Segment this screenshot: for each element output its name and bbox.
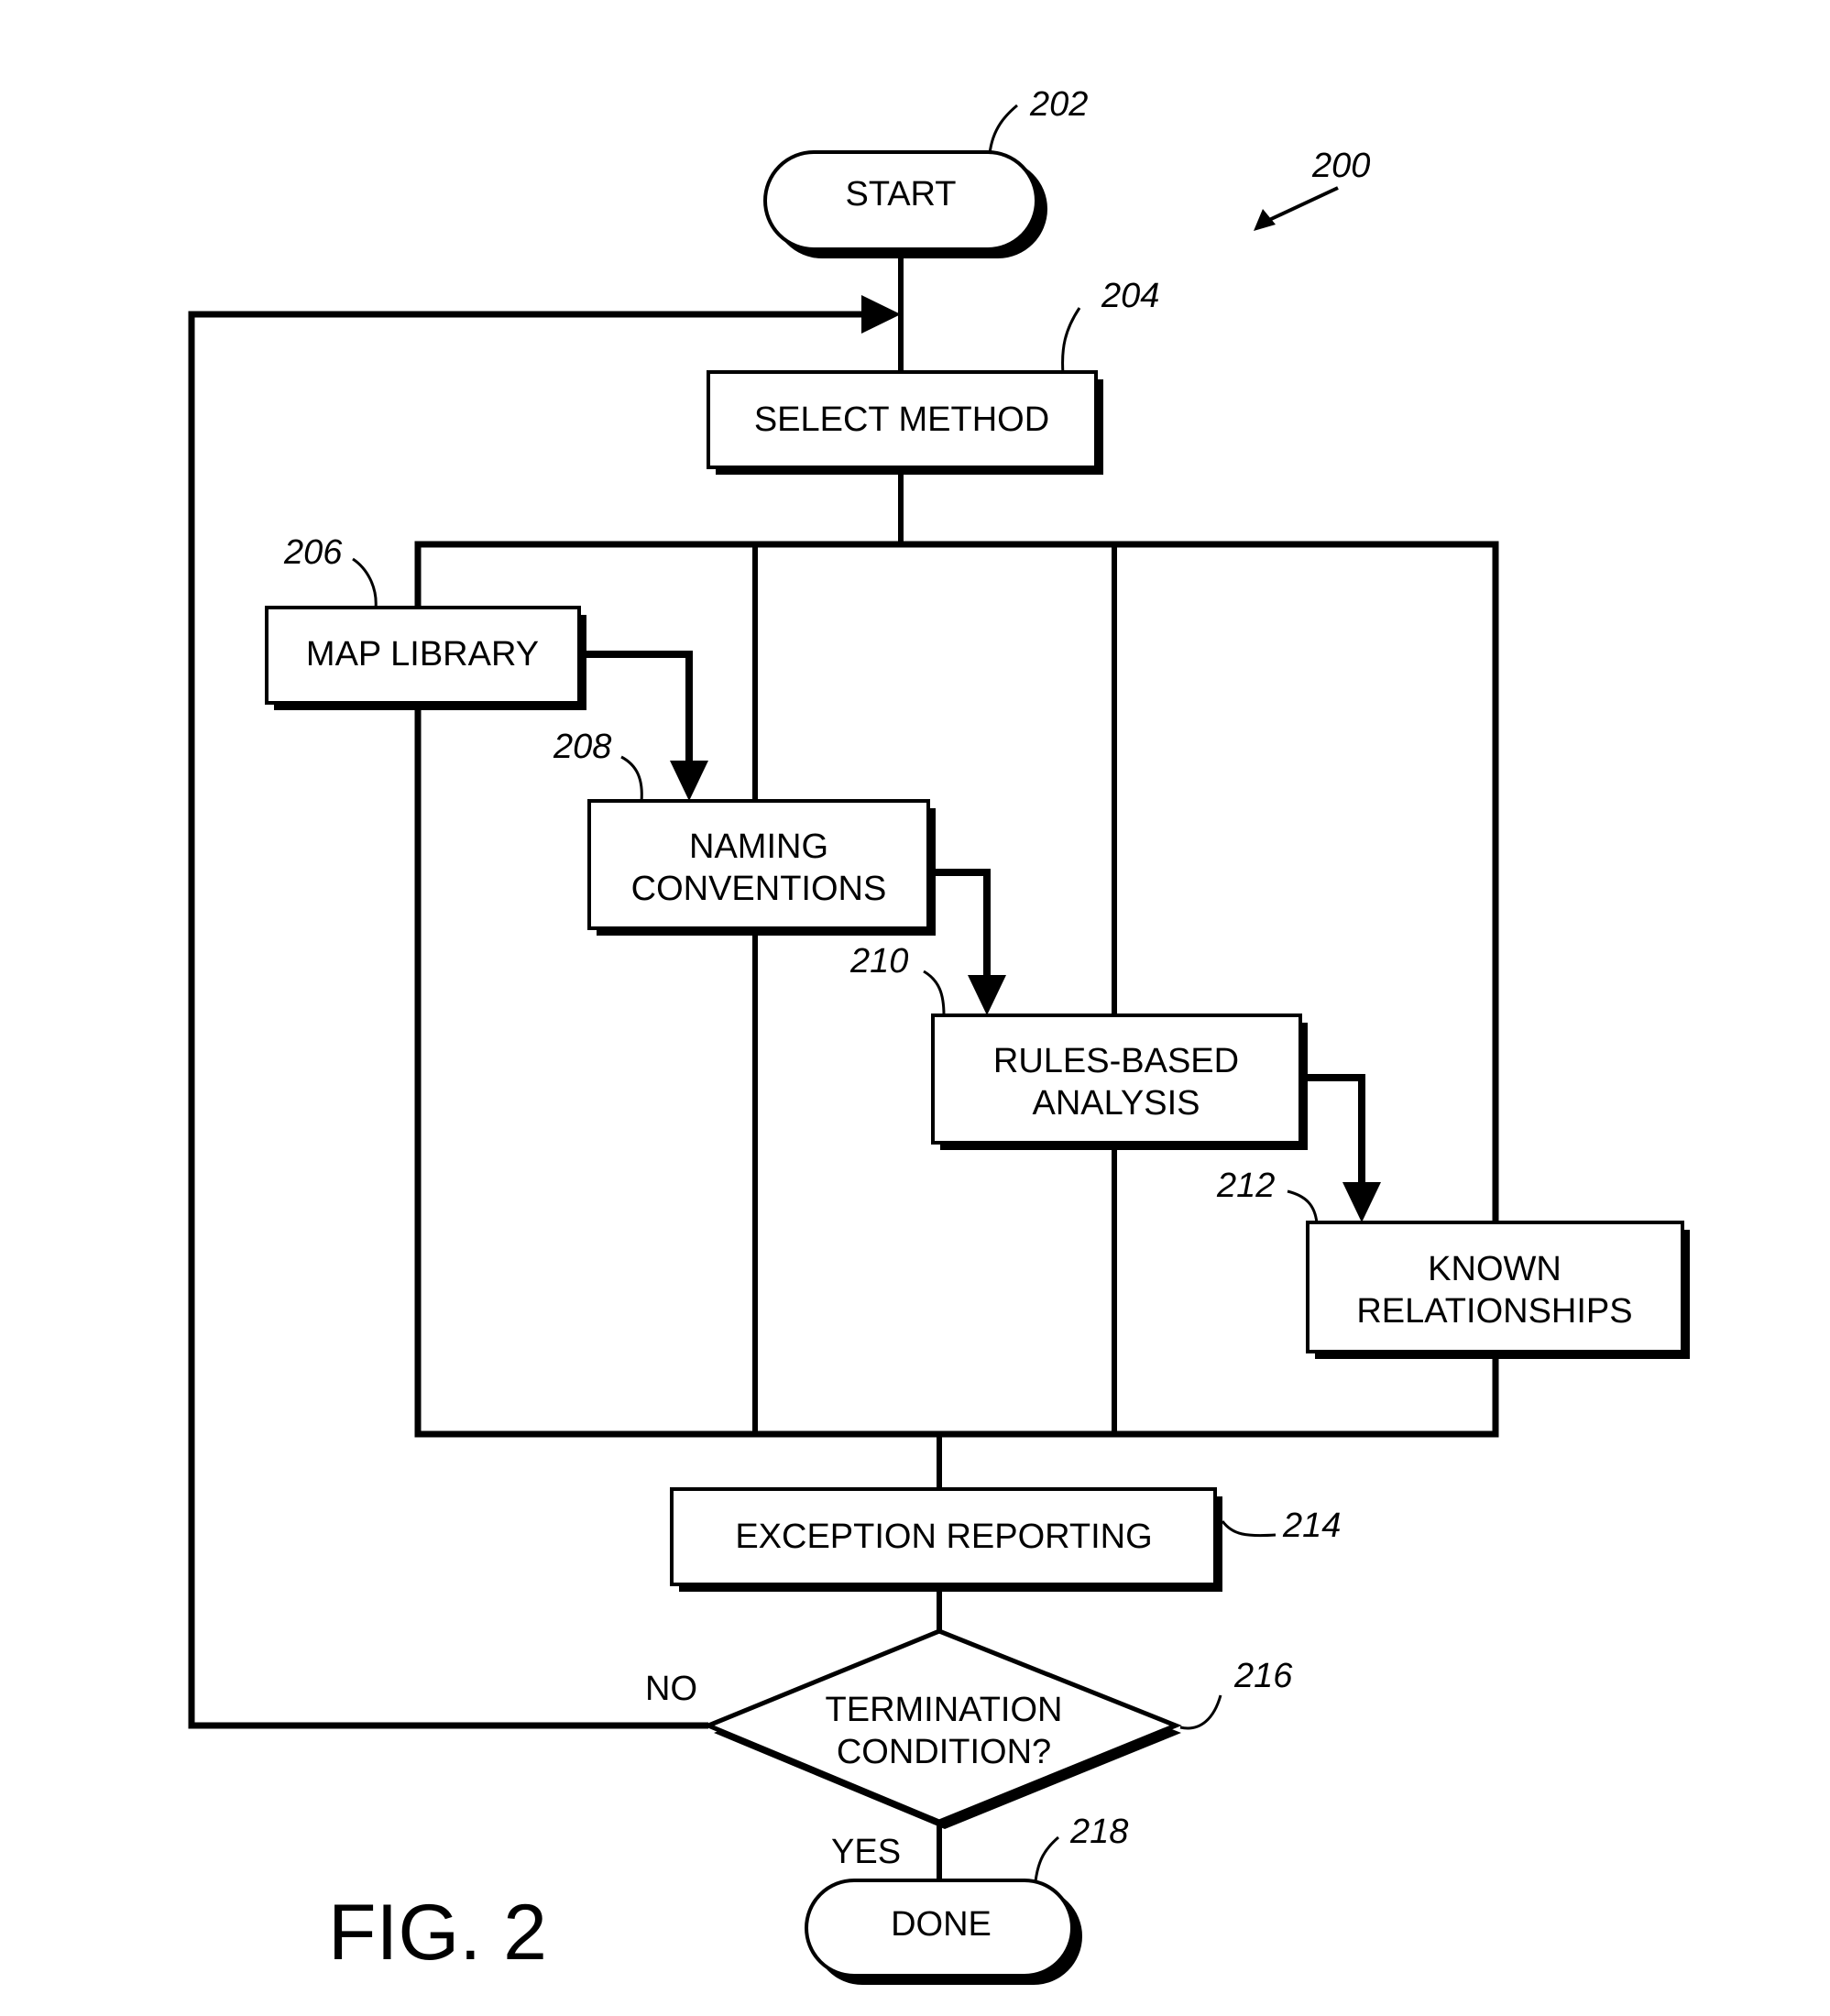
termination-condition-decision[interactable]: TERMINATION CONDITION?	[702, 1628, 1182, 1829]
start-label: START	[845, 175, 956, 214]
leader-210	[923, 970, 946, 1016]
rules-based-analysis-box[interactable]: RULES-BASED ANALYSIS	[931, 1013, 1308, 1150]
edge-rules-to-known	[1304, 1074, 1365, 1182]
map-library-label: MAP LIBRARY	[306, 635, 539, 674]
ref-218: 218	[1069, 1813, 1128, 1851]
figure-label: FIG. 2	[328, 1889, 547, 1977]
leader-212	[1287, 1189, 1319, 1224]
leader-206	[352, 557, 378, 609]
select-method-box[interactable]: SELECT METHOD	[707, 370, 1103, 475]
arrowhead-known	[1342, 1182, 1381, 1222]
ref-202: 202	[1029, 85, 1088, 124]
rules-based-line-1: RULES-BASED	[993, 1042, 1239, 1080]
arrowhead-naming	[670, 761, 708, 801]
termination-line-1: TERMINATION	[826, 1691, 1063, 1729]
rules-based-line-2: ANALYSIS	[1032, 1084, 1200, 1123]
ref-214: 214	[1282, 1507, 1341, 1545]
leader-208	[620, 755, 643, 803]
naming-conventions-box[interactable]: NAMING CONVENTIONS	[587, 799, 936, 936]
known-relationships-box[interactable]: KNOWN RELATIONSHIPS	[1306, 1221, 1690, 1359]
flowchart: 200 START 202 SELECT METHOD 204 MAP LIBR…	[188, 85, 1690, 1985]
known-relationships-line-1: KNOWN	[1428, 1250, 1562, 1288]
map-library-box[interactable]: MAP LIBRARY	[265, 606, 586, 710]
ref-208: 208	[553, 728, 611, 766]
termination-line-2: CONDITION?	[837, 1733, 1051, 1771]
leader-216	[1179, 1694, 1222, 1730]
ref-206: 206	[283, 533, 343, 572]
done-label: DONE	[891, 1905, 992, 1944]
leader-214	[1221, 1520, 1277, 1538]
exception-reporting-label: EXCEPTION REPORTING	[735, 1517, 1152, 1556]
leader-218	[1034, 1835, 1059, 1882]
start-terminator[interactable]: START	[763, 150, 1047, 258]
exception-reporting-box[interactable]: EXCEPTION REPORTING	[670, 1487, 1222, 1592]
done-terminator[interactable]: DONE	[805, 1879, 1082, 1985]
figure-ref-label: 200	[1311, 147, 1370, 185]
select-method-label: SELECT METHOD	[754, 400, 1049, 439]
naming-conventions-line-2: CONVENTIONS	[631, 870, 887, 908]
leader-204	[1061, 307, 1081, 375]
ref-216: 216	[1233, 1657, 1293, 1695]
naming-conventions-line-1: NAMING	[689, 827, 828, 866]
edge-naming-to-rules	[932, 869, 991, 975]
ref-212: 212	[1216, 1167, 1275, 1205]
leader-202	[988, 104, 1018, 155]
no-branch-label: NO	[645, 1670, 697, 1708]
yes-branch-label: YES	[831, 1833, 901, 1871]
figure-ref-200: 200	[1254, 147, 1370, 231]
loop-arrowhead	[861, 295, 901, 334]
arrowhead-rules	[968, 975, 1006, 1015]
ref-210: 210	[849, 942, 908, 981]
ref-204: 204	[1101, 277, 1159, 315]
known-relationships-line-2: RELATIONSHIPS	[1356, 1292, 1632, 1331]
